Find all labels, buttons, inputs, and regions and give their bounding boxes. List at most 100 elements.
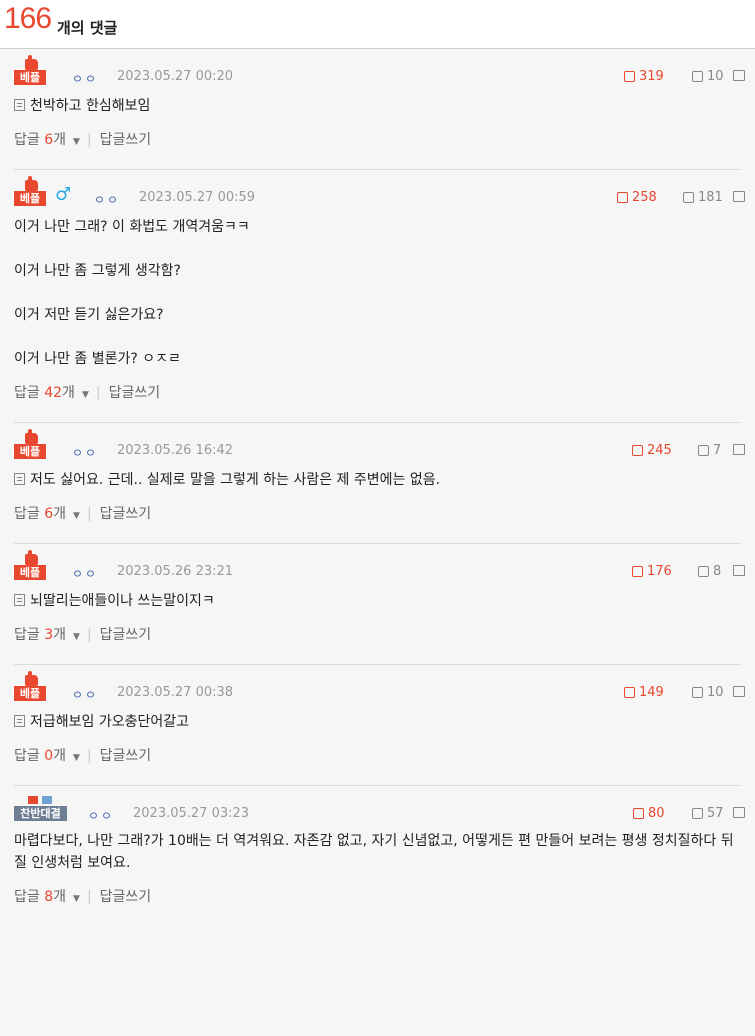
report-icon[interactable]	[733, 565, 745, 576]
reply-toggle[interactable]: 답글 6개 ▼	[14, 132, 83, 148]
divider: |	[86, 506, 92, 522]
reply-unit: 개	[53, 748, 67, 764]
chevron-down-icon: ▼	[73, 511, 80, 521]
chevron-down-icon: ▼	[73, 632, 80, 642]
dislike-count: 10	[707, 684, 724, 700]
write-reply-link[interactable]: 답글쓰기	[100, 627, 152, 643]
dislike-button[interactable]: 7	[698, 442, 721, 458]
like-button[interactable]: 80	[633, 805, 665, 821]
divider: |	[86, 889, 92, 905]
comment-item: 베플 ㅇㅇ 2023.05.26 23:21 176 8 뇌딸리는애들이나 쓰는말이지ㅋ 답…	[14, 544, 745, 665]
comment-actions: 답글 8개 ▼ | 답글쓰기	[14, 874, 741, 926]
comment-line-text: 천박하고 한심해보임	[30, 98, 151, 114]
reply-toggle[interactable]: 답글 3개 ▼	[14, 627, 83, 643]
best-badge: 베플	[14, 565, 46, 580]
reply-toggle[interactable]: 답글 8개 ▼	[14, 889, 83, 905]
dislike-button[interactable]: 10	[692, 68, 724, 84]
comment-list: 베플 ㅇㅇ 2023.05.27 00:20 319 10 천박하고 한심해보임 답글 6개…	[0, 49, 755, 926]
reply-label: 답글	[14, 748, 40, 764]
comment-meta: 찬반대결 ㅇㅇ 2023.05.27 03:23 80 57	[14, 786, 745, 826]
reply-unit: 개	[53, 627, 67, 643]
best-badge-group: 베플	[14, 55, 46, 85]
thumbs-down-icon	[692, 807, 703, 819]
dislike-button[interactable]: 57	[692, 805, 724, 821]
write-reply-link[interactable]: 답글쓰기	[100, 132, 152, 148]
comment-line: 이거 나만 그래? 이 화법도 개역겨움ㅋㅋ	[14, 216, 741, 238]
nickname[interactable]: ㅇㅇ	[72, 70, 98, 87]
thumbs-up-icon	[633, 807, 644, 819]
like-count: 258	[632, 189, 657, 205]
nickname[interactable]: ㅇㅇ	[88, 807, 114, 824]
nickname[interactable]: ㅇㅇ	[72, 444, 98, 461]
comment-item: 베플 ㅇㅇ 2023.05.26 16:42 245 7 저도 싫어요. 근데.. 실제로…	[14, 423, 745, 544]
like-button[interactable]: 176	[632, 563, 672, 579]
comment-actions: 답글 0개 ▼ | 답글쓰기	[14, 733, 741, 785]
like-button[interactable]: 258	[617, 189, 657, 205]
dislike-count: 7	[713, 442, 722, 458]
thumbs-up-icon	[25, 429, 38, 444]
comment-item: 베플 ㅇㅇ 2023.05.27 00:20 319 10 천박하고 한심해보임 답글 6개…	[14, 49, 745, 170]
reply-toggle[interactable]: 답글 0개 ▼	[14, 748, 83, 764]
thumbs-down-icon	[692, 70, 703, 82]
thumbs-up-icon	[25, 176, 38, 191]
comment-actions: 답글 42개 ▼ | 답글쓰기	[14, 370, 741, 422]
report-icon[interactable]	[733, 807, 745, 818]
like-button[interactable]: 319	[624, 68, 664, 84]
like-button[interactable]: 245	[632, 442, 672, 458]
reply-unit: 개	[62, 385, 75, 401]
like-button[interactable]: 149	[624, 684, 664, 700]
thumbs-up-icon	[25, 671, 38, 686]
comment-line-text: 이거 나만 좀 별론가? ㅇㅈㄹ	[14, 351, 181, 367]
write-reply-link[interactable]: 답글쓰기	[100, 748, 152, 764]
debate-badge: 찬반대결	[14, 806, 67, 821]
reply-unit: 개	[53, 889, 67, 905]
nickname[interactable]: ㅇㅇ	[72, 565, 98, 582]
reply-unit: 개	[53, 132, 67, 148]
report-icon[interactable]	[733, 70, 745, 81]
report-icon[interactable]	[733, 191, 745, 202]
reply-count: 6	[44, 132, 54, 148]
blue-flag-icon	[42, 796, 52, 804]
reply-toggle[interactable]: 답글 6개 ▼	[14, 506, 83, 522]
report-icon[interactable]	[733, 444, 745, 455]
thumbs-up-icon	[624, 686, 635, 698]
write-reply-link[interactable]: 답글쓰기	[100, 506, 152, 522]
write-reply-link[interactable]: 답글쓰기	[100, 889, 152, 905]
comment-actions: 답글 6개 ▼ | 답글쓰기	[14, 117, 741, 169]
best-badge: 베플	[14, 191, 46, 206]
report-icon[interactable]	[733, 686, 745, 697]
divider: |	[95, 385, 101, 401]
comment-date: 2023.05.27 00:59	[139, 190, 256, 205]
comment-text: 저도 싫어요. 근데.. 실제로 말을 그렇게 하는 사람은 제 주변에는 없음…	[14, 463, 741, 491]
like-count: 149	[639, 684, 664, 700]
best-badge-group: 베플	[14, 671, 46, 701]
memo-icon	[14, 594, 25, 606]
dislike-button[interactable]: 181	[683, 189, 723, 205]
comment-line: 이거 나만 좀 그렇게 생각함?	[14, 260, 741, 282]
comment-count-label: 개의 댓글	[57, 19, 118, 37]
reply-count: 8	[44, 889, 54, 905]
comment-line: 저급해보임 가오충단어갈고	[14, 711, 741, 733]
nickname[interactable]: ㅇㅇ	[94, 191, 120, 208]
dislike-button[interactable]: 10	[692, 684, 724, 700]
dislike-button[interactable]: 8	[698, 563, 721, 579]
comment-line-text	[14, 329, 18, 345]
dislike-count: 10	[707, 68, 724, 84]
chevron-down-icon: ▼	[73, 137, 80, 147]
comment-date: 2023.05.27 03:23	[133, 806, 250, 821]
comment-line-text	[14, 285, 18, 301]
thumbs-down-icon	[698, 444, 709, 456]
comment-line-text: 이거 저만 듣기 싫은가요?	[14, 307, 164, 323]
reply-toggle[interactable]: 답글 42개 ▼	[14, 385, 92, 401]
comment-line: 이거 나만 좀 별론가? ㅇㅈㄹ	[14, 348, 741, 370]
comment-line: 천박하고 한심해보임	[14, 95, 741, 117]
write-reply-link[interactable]: 답글쓰기	[109, 385, 161, 401]
nickname[interactable]: ㅇㅇ	[72, 686, 98, 703]
comment-date: 2023.05.27 00:20	[117, 69, 234, 84]
thumbs-up-icon	[632, 565, 643, 577]
comment-line: 마렵다보다, 나만 그래?가 10배는 더 역겨워요. 자존감 없고, 자기 신…	[14, 830, 741, 874]
thumbs-up-icon	[632, 444, 643, 456]
memo-icon	[14, 99, 25, 111]
chevron-down-icon: ▼	[73, 753, 80, 763]
thumbs-down-icon	[683, 191, 694, 203]
